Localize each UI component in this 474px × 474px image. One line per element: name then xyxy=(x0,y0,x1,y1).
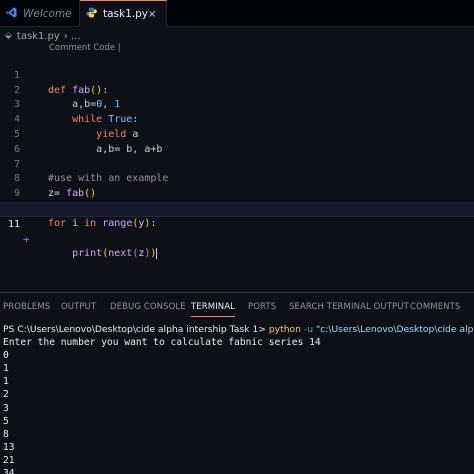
code-line[interactable]: 6 xyxy=(0,128,474,155)
code-line[interactable]: 4 yield a xyxy=(0,98,474,140)
python-file-icon: ⬙ xyxy=(5,31,12,41)
tab-ports[interactable]: PORTS xyxy=(248,302,276,312)
terminal-path: "c:\Users\Lenovo\Desktop\cide alpha inte… xyxy=(315,324,474,335)
tab-task1-py[interactable]: task1.py × xyxy=(80,0,167,27)
code-line[interactable]: 3 while True: xyxy=(0,84,474,125)
code-line[interactable]: 10 for i in range(y): xyxy=(0,187,474,229)
terminal-prompt: PS C:\Users\Lenovo\Desktop\cide alpha in… xyxy=(3,324,269,335)
tab-label: task1.py xyxy=(103,8,148,20)
terminal-line: 3 xyxy=(3,402,9,414)
text-cursor xyxy=(156,247,158,259)
tab-output[interactable]: OUTPUT xyxy=(61,302,96,312)
code-line[interactable]: 1 def fab(): xyxy=(0,54,474,96)
terminal-line: 21 xyxy=(3,454,15,466)
terminal-command: python xyxy=(268,324,301,335)
line-number: 11 xyxy=(7,218,20,230)
breadcrumb-file[interactable]: task1.py xyxy=(17,31,60,42)
code-line[interactable]: 2 a,b=0, 1 xyxy=(0,69,474,111)
code-editor[interactable]: 1 def fab(): 2 a,b=0, 1 3 while True: 4 … xyxy=(0,54,474,259)
add-comment-icon[interactable]: + xyxy=(23,233,30,248)
breadcrumb-separator[interactable]: › ... xyxy=(64,31,81,42)
code-line[interactable]: 7 #use with an example xyxy=(0,143,474,185)
tab-comments[interactable]: COMMENTS xyxy=(410,302,460,312)
editor-tab-bar: Welcome task1.py × xyxy=(0,0,474,27)
terminal-line: Enter the number you want to calculate f… xyxy=(3,337,321,349)
terminal-line: 8 xyxy=(3,428,9,440)
terminal-line: 1 xyxy=(3,376,9,388)
terminal-line: 2 xyxy=(3,389,9,401)
terminal-line: 13 xyxy=(3,441,15,453)
bottom-panel: PROBLEMS OUTPUT DEBUG CONSOLE TERMINAL P… xyxy=(0,292,474,474)
terminal-line: 5 xyxy=(3,415,9,427)
terminal-output[interactable]: PS C:\Users\Lenovo\Desktop\cide alpha in… xyxy=(3,323,474,474)
terminal-line: 1 xyxy=(3,363,9,375)
tab-terminal[interactable]: TERMINAL xyxy=(191,302,236,317)
tab-label: Welcome xyxy=(23,7,72,20)
terminal-command-line: PS C:\Users\Lenovo\Desktop\cide alpha in… xyxy=(3,323,474,336)
code-line[interactable]: 9 y=int(input("Enter the number you want… xyxy=(0,172,474,214)
tab-problems[interactable]: PROBLEMS xyxy=(3,302,50,312)
code-line-current[interactable]: 11 + print(next(z)) xyxy=(0,201,474,259)
code-line[interactable]: 5 a,b= b, a+b xyxy=(0,113,474,155)
python-file-icon xyxy=(86,7,97,21)
panel-tabs: PROBLEMS OUTPUT DEBUG CONSOLE TERMINAL P… xyxy=(0,293,474,321)
tab-debug-console[interactable]: DEBUG CONSOLE xyxy=(110,302,186,312)
breadcrumb: ⬙ task1.py › ... xyxy=(5,29,81,43)
code-lens-comment-code[interactable]: Comment Code | xyxy=(49,43,121,53)
terminal-line: 0 xyxy=(3,350,9,362)
close-icon[interactable]: × xyxy=(148,9,156,20)
terminal-flag: -u xyxy=(300,324,316,335)
vscode-logo-icon xyxy=(6,7,17,21)
terminal-line: 34 xyxy=(3,468,15,474)
code-text: for i in range(y): xyxy=(48,217,157,229)
code-line[interactable]: 8 z= fab() xyxy=(0,158,474,199)
code-text: print(next(z)) xyxy=(72,247,158,260)
tab-welcome[interactable]: Welcome xyxy=(0,0,80,27)
tab-search-terminal-output[interactable]: SEARCH TERMINAL OUTPUT xyxy=(289,302,409,312)
